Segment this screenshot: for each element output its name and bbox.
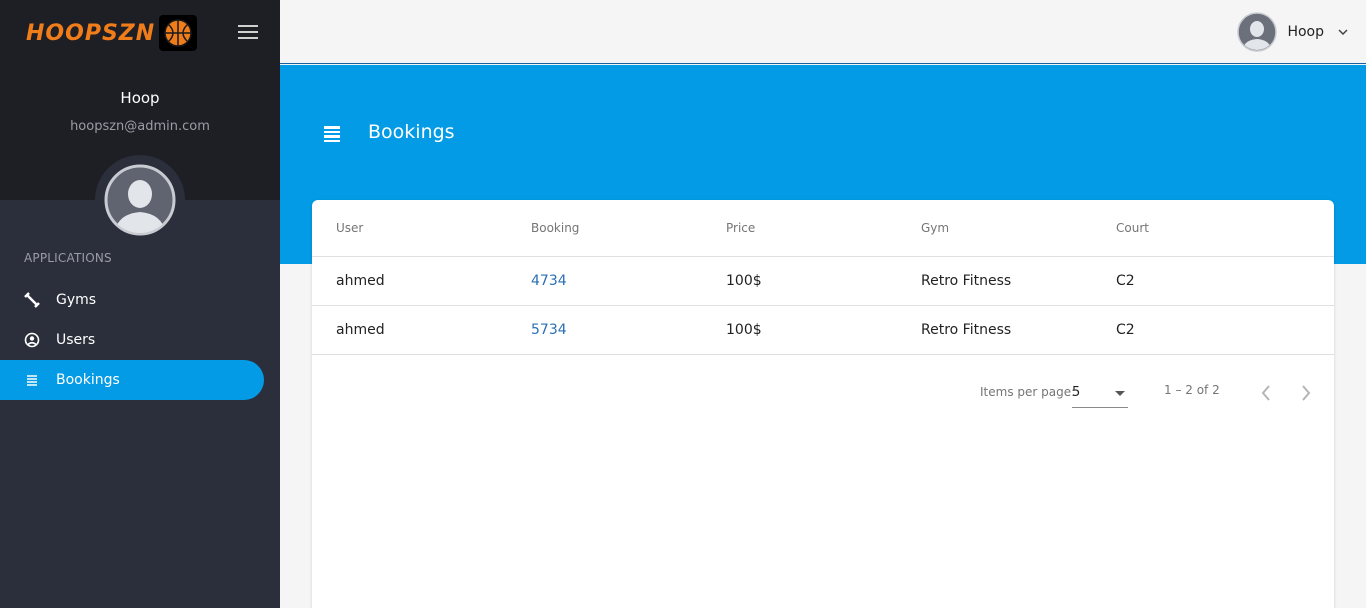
dropdown-arrow-icon [1115, 391, 1125, 396]
sidebar-item-label: Gyms [56, 292, 97, 308]
cell-user: ahmed [312, 256, 507, 306]
sidebar-section-title: APPLICATIONS [24, 251, 112, 265]
basketball-icon [159, 15, 198, 51]
user-menu-button[interactable]: Hoop [1237, 12, 1348, 52]
cell-court: C2 [1092, 305, 1287, 355]
menu-toggle-icon[interactable] [238, 25, 258, 41]
column-header-gym[interactable]: Gym [897, 200, 1092, 257]
bookings-table: User Booking Price Gym Court ahmed 4734 … [312, 200, 1334, 355]
cell-gym: Retro Fitness [897, 256, 1092, 306]
cell-price: 100$ [702, 305, 897, 355]
sidebar-item-gyms[interactable]: Gyms [0, 280, 264, 320]
sidebar-user-name: Hoop [120, 89, 160, 107]
cell-booking-link[interactable]: 5734 [507, 305, 702, 355]
sidebar: HOOPSZN Hoop hoopszn@admin.com APPLICATI… [0, 0, 280, 608]
previous-page-button[interactable] [1253, 380, 1279, 406]
avatar [95, 155, 185, 245]
chevron-left-icon [1261, 385, 1270, 401]
column-header-booking[interactable]: Booking [507, 200, 702, 257]
items-per-page-select[interactable]: 5 [1072, 380, 1128, 408]
user-avatar-icon [104, 164, 176, 236]
cell-booking-link[interactable]: 4734 [507, 256, 702, 306]
cell-price: 100$ [702, 256, 897, 306]
sidebar-user-email: hoopszn@admin.com [70, 119, 210, 134]
app-logo: HOOPSZN [26, 15, 198, 51]
chevron-right-icon [1302, 385, 1311, 401]
list-icon [324, 126, 340, 142]
cell-court: C2 [1092, 256, 1287, 306]
range-label: 1 – 2 of 2 [1164, 383, 1220, 397]
chevron-down-icon [1338, 29, 1348, 35]
items-per-page-value: 5 [1072, 385, 1081, 400]
top-bar: Hoop [280, 0, 1366, 64]
page-title: Bookings [368, 121, 455, 143]
list-icon [24, 372, 40, 388]
paginator: Items per page: 5 1 – 2 of 2 [312, 378, 1334, 408]
dumbbell-icon [24, 292, 40, 308]
sidebar-item-bookings[interactable]: Bookings [0, 360, 264, 400]
sidebar-item-users[interactable]: Users [0, 320, 264, 360]
column-header-court[interactable]: Court [1092, 200, 1287, 257]
sidebar-item-label: Users [56, 332, 96, 348]
cell-user: ahmed [312, 305, 507, 355]
items-per-page-label: Items per page: [980, 385, 1076, 399]
user-circle-icon [24, 332, 40, 348]
top-user-name: Hoop [1287, 24, 1324, 40]
table-row[interactable]: ahmed 5734 100$ Retro Fitness C2 [312, 305, 1334, 355]
bookings-card: User Booking Price Gym Court ahmed 4734 … [312, 200, 1334, 608]
cell-gym: Retro Fitness [897, 305, 1092, 355]
column-header-price[interactable]: Price [702, 200, 897, 257]
user-avatar-icon [1237, 12, 1278, 52]
table-row[interactable]: ahmed 4734 100$ Retro Fitness C2 [312, 256, 1334, 306]
next-page-button[interactable] [1293, 380, 1319, 406]
sidebar-item-label: Bookings [56, 372, 120, 388]
column-header-user[interactable]: User [312, 200, 507, 257]
table-header-row: User Booking Price Gym Court [312, 200, 1334, 257]
logo-text: HOOPSZN [26, 20, 156, 46]
